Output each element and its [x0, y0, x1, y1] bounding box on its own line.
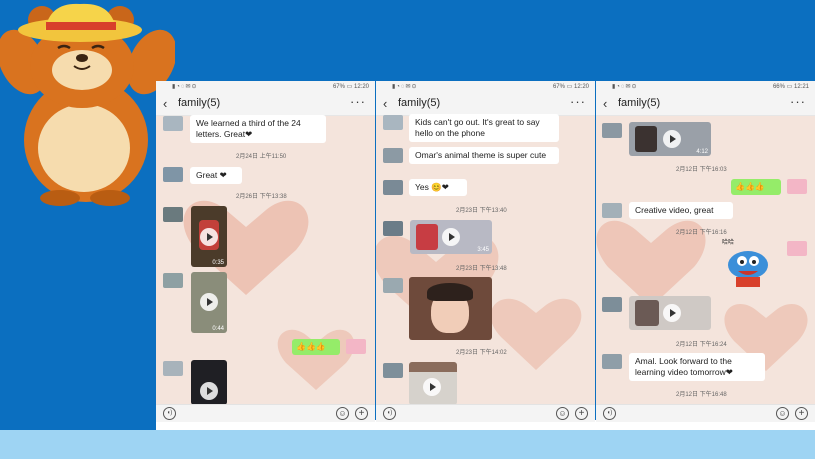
signal-icons: ▮◔◌✉⊙	[392, 84, 418, 90]
play-icon[interactable]	[200, 382, 218, 400]
message-bubble[interactable]: Omar's animal theme is super cute	[409, 147, 559, 164]
chat-screenshot-2: ▮◔◌✉⊙ 67% ▭ 12:20 ‹ family(5) ··· Kids c…	[376, 81, 595, 422]
video-duration: 0:35	[212, 260, 224, 266]
play-icon[interactable]	[200, 228, 218, 246]
timestamp: 2月23日 下午13:48	[456, 266, 507, 272]
emoji-icon[interactable]: ☺	[336, 407, 349, 420]
more-dots-icon[interactable]: ···	[350, 94, 366, 109]
message-bubble[interactable]: Amal. Look forward to the learning video…	[629, 353, 765, 381]
chat-title: family(5)	[618, 97, 661, 109]
avatar[interactable]	[346, 339, 366, 354]
chevron-left-icon[interactable]: ‹	[603, 96, 607, 111]
avatar[interactable]	[383, 180, 403, 195]
video-duration: 0:44	[212, 326, 224, 332]
voice-icon[interactable]: ◖)	[603, 407, 616, 420]
avatar[interactable]	[602, 203, 622, 218]
sticker-image	[728, 251, 768, 287]
chat-title: family(5)	[398, 97, 441, 109]
play-icon[interactable]	[663, 304, 681, 322]
video-duration: 4:12	[696, 149, 708, 155]
clock: 12:20	[353, 84, 369, 90]
signal-icons: ▮◔◌✉⊙	[612, 84, 638, 90]
input-bar: ◖) ☺ +	[376, 404, 595, 422]
avatar[interactable]	[383, 221, 403, 236]
play-icon[interactable]	[663, 130, 681, 148]
cartoon-sticker[interactable]: 哈哈	[718, 239, 778, 289]
chat-screenshot-1: ▮◔◌✉⊙ 67% ▭ 12:20 ‹ family(5) ··· We lea…	[156, 81, 375, 422]
play-icon[interactable]	[200, 293, 218, 311]
avatar[interactable]	[383, 148, 403, 163]
avatar[interactable]	[602, 123, 622, 138]
battery-level: 67%	[332, 84, 345, 90]
battery-level: 67%	[552, 84, 565, 90]
plus-icon[interactable]: +	[575, 407, 588, 420]
avatar[interactable]	[383, 115, 403, 130]
avatar[interactable]	[787, 241, 807, 256]
voice-icon[interactable]: ◖)	[163, 407, 176, 420]
play-icon[interactable]	[423, 378, 441, 396]
input-bar: ◖) ☺ +	[156, 404, 375, 422]
more-dots-icon[interactable]: ···	[570, 94, 586, 109]
avatar[interactable]	[163, 207, 183, 222]
voice-icon[interactable]: ◖)	[383, 407, 396, 420]
timestamp: 2月23日 下午14:02	[456, 350, 507, 356]
video-message[interactable]: 0:44	[191, 272, 227, 333]
message-bubble[interactable]: Kids can't go out. It's great to say hel…	[409, 114, 559, 142]
chevron-left-icon[interactable]: ‹	[163, 96, 167, 111]
timestamp: 2月12日 下午16:48	[676, 392, 727, 398]
photo-message[interactable]	[409, 277, 492, 340]
avatar[interactable]	[163, 116, 183, 131]
bear-mascot-image	[0, 3, 175, 206]
video-message[interactable]	[409, 362, 457, 405]
timestamp: 2月12日 下午16:16	[676, 230, 727, 236]
video-message[interactable]	[191, 360, 227, 405]
timestamp: 2月23日 下午13:40	[456, 208, 507, 214]
video-message[interactable]: 0:35	[191, 206, 227, 267]
timestamp: 2月12日 下午16:03	[676, 167, 727, 173]
timestamp: 2月12日 下午16:24	[676, 342, 727, 348]
message-bubble[interactable]: 👍👍👍	[731, 179, 781, 195]
plus-icon[interactable]: +	[355, 407, 368, 420]
emoji-icon[interactable]: ☺	[776, 407, 789, 420]
input-bar: ◖) ☺ +	[596, 404, 815, 422]
avatar[interactable]	[163, 167, 183, 182]
message-bubble[interactable]: 👍👍👍	[292, 339, 340, 355]
emoji-icon[interactable]: ☺	[556, 407, 569, 420]
chat-header: ‹ family(5) ···	[156, 93, 375, 116]
battery-level: 66%	[772, 84, 785, 90]
plus-icon[interactable]: +	[795, 407, 808, 420]
timestamp: 2月24日 上午11:50	[236, 154, 287, 160]
message-bubble[interactable]: Creative video, great	[629, 202, 733, 219]
play-icon[interactable]	[442, 228, 460, 246]
video-duration: 3:45	[477, 247, 489, 253]
chat-screenshot-3: ▮◔◌✉⊙ 66% ▭ 12:21 ‹ family(5) ··· 4:12 2…	[596, 81, 815, 422]
message-bubble[interactable]: Yes 😊❤	[409, 179, 467, 196]
message-bubble[interactable]: We learned a third of the 24 letters. Gr…	[190, 115, 326, 143]
chevron-left-icon[interactable]: ‹	[383, 96, 387, 111]
more-dots-icon[interactable]: ···	[790, 94, 806, 109]
timestamp: 2月26日 下午13:38	[236, 194, 287, 200]
signal-icons: ▮◔◌✉⊙	[172, 84, 198, 90]
avatar[interactable]	[602, 354, 622, 369]
status-bar: ▮◔◌✉⊙ 66% ▭ 12:21	[596, 81, 815, 93]
avatar[interactable]	[163, 361, 183, 376]
avatar[interactable]	[383, 278, 403, 293]
chat-title: family(5)	[178, 97, 221, 109]
avatar[interactable]	[163, 273, 183, 288]
clock: 12:21	[793, 84, 809, 90]
avatar[interactable]	[602, 297, 622, 312]
status-bar: ▮◔◌✉⊙ 67% ▭ 12:20	[376, 81, 595, 93]
bottom-band	[0, 430, 815, 459]
video-message[interactable]	[629, 296, 711, 330]
chat-header: ‹ family(5) ···	[596, 93, 815, 116]
avatar[interactable]	[383, 363, 403, 378]
video-message[interactable]: 4:12	[629, 122, 711, 156]
status-bar: ▮◔◌✉⊙ 67% ▭ 12:20	[156, 81, 375, 93]
video-message[interactable]: 3:45	[410, 220, 492, 254]
chat-header: ‹ family(5) ···	[376, 93, 595, 116]
message-bubble[interactable]: Great ❤	[190, 167, 242, 184]
avatar[interactable]	[787, 179, 807, 194]
sticker-text: 哈哈	[722, 240, 735, 246]
clock: 12:20	[573, 84, 589, 90]
